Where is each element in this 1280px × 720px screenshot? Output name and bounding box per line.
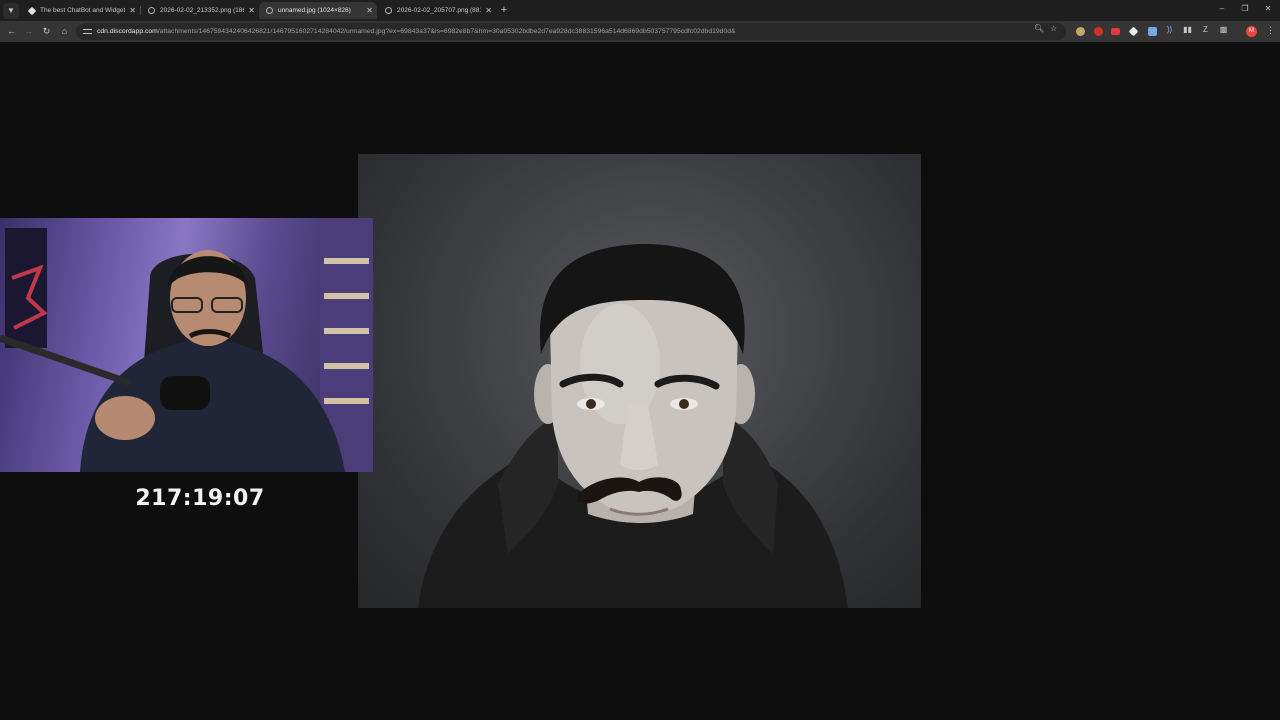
tab-unnamed-jpg[interactable]: unnamed.jpg (1024×826) ✕: [259, 2, 377, 19]
address-bar[interactable]: cdn.discordapp.com/attachments/146759434…: [76, 23, 1066, 40]
shelf-light-2: [324, 293, 369, 299]
forward-arrow-icon[interactable]: →: [22, 25, 35, 38]
home-icon[interactable]: ⌂: [58, 25, 71, 38]
stream-timer: 217:19:07: [135, 486, 265, 511]
tab-title: 2026-02-02_213352.png (1864×...: [160, 7, 245, 14]
left-iris: [586, 399, 596, 409]
webcam-overlay: [0, 218, 373, 472]
portrait-illustration: [418, 244, 848, 608]
image-viewer-page: 217:19:07: [0, 42, 1280, 720]
tab-screenshot-205707[interactable]: 2026-02-02_205707.png (881×... ✕: [378, 2, 496, 19]
tab-title: The best ChatBot and Widget...: [40, 7, 126, 14]
tab-search-chevron-icon[interactable]: ▼: [3, 2, 19, 19]
right-iris: [679, 399, 689, 409]
extension-translate-icon[interactable]: [1148, 27, 1157, 36]
close-icon[interactable]: ✕: [485, 6, 492, 15]
tab-title: 2026-02-02_205707.png (881×...: [397, 7, 482, 14]
minimize-icon[interactable]: –: [1216, 4, 1228, 13]
close-icon[interactable]: ✕: [366, 6, 373, 15]
tab-title: unnamed.jpg (1024×826): [278, 7, 351, 14]
shelf-light-4: [324, 363, 369, 369]
extensions-puzzle-icon[interactable]: ▩: [1218, 25, 1229, 34]
tab-screenshot-213352[interactable]: 2026-02-02_213352.png (1864×... ✕: [141, 2, 259, 19]
extension-audio-icon[interactable]: )): [1164, 25, 1175, 34]
close-icon[interactable]: ✕: [129, 6, 136, 15]
restore-icon[interactable]: ❐: [1239, 4, 1251, 13]
webcam-scene: [0, 218, 373, 472]
displayed-image-portrait[interactable]: [358, 154, 921, 608]
streamer-hand: [95, 396, 155, 440]
extension-z-icon[interactable]: Z: [1200, 25, 1211, 34]
bookmark-star-icon[interactable]: ☆: [1050, 24, 1057, 33]
shelf-light-3: [324, 328, 369, 334]
browser-toolbar: ← → ↻ ⌂ cdn.discordapp.com/attachments/1…: [0, 21, 1280, 42]
extension-adblock-icon[interactable]: [1111, 28, 1120, 35]
zoom-magnifier-icon[interactable]: 🔍︎: [1034, 24, 1044, 33]
globe-icon: [148, 7, 155, 14]
back-arrow-icon[interactable]: ←: [5, 25, 18, 38]
close-icon[interactable]: ✕: [248, 6, 255, 15]
reload-icon[interactable]: ↻: [40, 25, 53, 38]
menu-kebab-icon[interactable]: ⋮: [1266, 25, 1275, 36]
shelf-light-1: [324, 258, 369, 264]
microphone: [160, 376, 210, 410]
mic-arm: [0, 334, 132, 387]
globe-icon: [266, 7, 273, 14]
diamond-icon: [27, 6, 37, 15]
extension-diamond-icon[interactable]: [1128, 26, 1139, 37]
extension-cookie-icon[interactable]: [1076, 27, 1085, 36]
tab-strip: ▼ The best ChatBot and Widget... ✕ 2026-…: [0, 0, 1280, 21]
extension-red-icon[interactable]: [1094, 27, 1103, 36]
site-info-icon[interactable]: [83, 27, 92, 36]
window-close-icon[interactable]: ✕: [1262, 4, 1274, 13]
profile-avatar[interactable]: M: [1246, 26, 1257, 37]
wall-poster: [5, 228, 47, 348]
globe-icon: [385, 7, 392, 14]
extension-bars-icon[interactable]: ▮▮: [1182, 25, 1193, 34]
address-url[interactable]: cdn.discordapp.com/attachments/146759434…: [97, 28, 997, 35]
shelf-light-5: [324, 398, 369, 404]
tab-chatbot[interactable]: The best ChatBot and Widget... ✕: [22, 2, 140, 19]
new-tab-plus-icon[interactable]: +: [497, 3, 511, 17]
